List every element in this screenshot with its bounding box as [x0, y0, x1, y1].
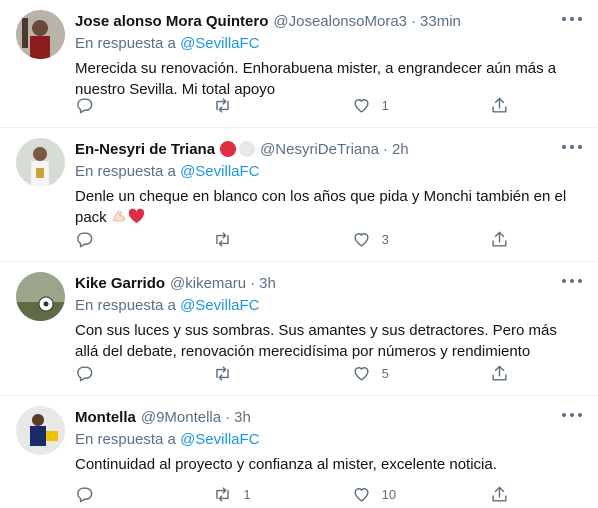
- like-count: 10: [381, 487, 397, 502]
- share-button[interactable]: [490, 96, 510, 115]
- tweet-text: Con sus luces y sus sombras. Sus amantes…: [75, 322, 557, 360]
- heart-icon: [354, 367, 369, 381]
- reply-prefix: En respuesta a: [75, 431, 176, 448]
- action-bar: 5: [75, 364, 510, 383]
- retweet-icon: [216, 487, 230, 502]
- author-handle[interactable]: @9Montella: [141, 409, 221, 426]
- tweet-text-container: Denle un cheque en blanco con los años q…: [75, 186, 580, 230]
- retweet-button[interactable]: [213, 364, 273, 383]
- tweet-text: Merecida su renovación. Enhorabuena mist…: [75, 60, 557, 98]
- heart-icon: [354, 488, 369, 502]
- reply-button[interactable]: [75, 96, 135, 115]
- reply-prefix: En respuesta a: [75, 163, 176, 180]
- more-icon[interactable]: [562, 140, 582, 154]
- share-button[interactable]: [490, 364, 510, 383]
- tweet[interactable]: Kike Garrido @kikemaru · 3h En respuesta…: [0, 262, 598, 396]
- author-name[interactable]: En-Nesyri de Triana: [75, 141, 215, 158]
- tweet-text: Denle un cheque en blanco con los años q…: [75, 188, 567, 226]
- tweet-header: Kike Garrido @kikemaru · 3h: [75, 272, 586, 294]
- timestamp[interactable]: 3h: [234, 409, 251, 426]
- like-button[interactable]: 3: [352, 230, 412, 249]
- reply-context: En respuesta a @SevillaFC: [75, 35, 586, 55]
- like-button[interactable]: 5: [352, 364, 412, 383]
- avatar[interactable]: [16, 272, 65, 321]
- more-icon[interactable]: [562, 12, 582, 26]
- author-handle[interactable]: @JosealonsoMora3: [273, 13, 407, 30]
- like-count: 3: [381, 232, 389, 247]
- retweet-icon: [216, 98, 230, 113]
- separator: ·: [250, 274, 256, 292]
- reply-button[interactable]: [75, 364, 135, 383]
- retweet-count: 1: [243, 487, 251, 502]
- flexed-biceps-icon: [111, 208, 127, 230]
- tweet-header: Montella @9Montella · 3h: [75, 406, 586, 428]
- like-button[interactable]: 1: [352, 96, 412, 115]
- heart-icon: [354, 233, 369, 247]
- separator: ·: [382, 140, 388, 158]
- share-icon: [492, 97, 507, 113]
- reply-icon: [77, 98, 93, 114]
- author-name[interactable]: Jose alonso Mora Quintero: [75, 13, 268, 30]
- author-name[interactable]: Montella: [75, 409, 136, 426]
- heart-icon: [354, 99, 369, 113]
- retweet-button[interactable]: [213, 230, 273, 249]
- timestamp[interactable]: 33min: [420, 13, 461, 30]
- flag-emojis: [220, 141, 256, 157]
- share-icon: [492, 231, 507, 247]
- reply-button[interactable]: [75, 230, 135, 249]
- share-icon: [492, 486, 507, 502]
- action-bar: 1 10: [75, 485, 510, 504]
- retweet-button[interactable]: [213, 96, 273, 115]
- more-icon[interactable]: [562, 408, 582, 422]
- share-button[interactable]: [490, 485, 510, 504]
- like-button[interactable]: 10: [352, 485, 412, 504]
- avatar[interactable]: [16, 138, 65, 187]
- like-count: 5: [381, 366, 389, 381]
- red-heart-icon: [128, 208, 145, 230]
- retweet-icon: [216, 366, 230, 381]
- avatar[interactable]: [16, 406, 65, 455]
- reply-icon: [77, 232, 93, 248]
- tweet-header: Jose alonso Mora Quintero @JosealonsoMor…: [75, 10, 586, 32]
- reply-handle-link[interactable]: @SevillaFC: [180, 163, 259, 180]
- action-bar: 3: [75, 230, 510, 249]
- separator: ·: [411, 12, 417, 30]
- action-bar: 1: [75, 96, 510, 115]
- share-icon: [492, 365, 507, 381]
- timestamp[interactable]: 2h: [392, 141, 409, 158]
- author-handle[interactable]: @kikemaru: [170, 275, 246, 292]
- reply-context: En respuesta a @SevillaFC: [75, 163, 586, 183]
- separator: ·: [225, 408, 231, 426]
- red-circle-icon: [220, 141, 237, 157]
- author-name[interactable]: Kike Garrido: [75, 275, 165, 292]
- reply-button[interactable]: [75, 485, 135, 504]
- white-circle-icon: [239, 141, 256, 157]
- timestamp[interactable]: 3h: [259, 275, 276, 292]
- tweet[interactable]: Montella @9Montella · 3h En respuesta a …: [0, 396, 598, 508]
- reply-prefix: En respuesta a: [75, 297, 176, 314]
- share-button[interactable]: [490, 230, 510, 249]
- tweet-header: En-Nesyri de Triana @NesyriDeTriana · 2h: [75, 138, 586, 160]
- reply-prefix: En respuesta a: [75, 35, 176, 52]
- reply-context: En respuesta a @SevillaFC: [75, 431, 586, 451]
- reply-handle-link[interactable]: @SevillaFC: [180, 35, 259, 52]
- more-icon[interactable]: [562, 274, 582, 288]
- reply-handle-link[interactable]: @SevillaFC: [180, 431, 259, 448]
- tweet[interactable]: En-Nesyri de Triana @NesyriDeTriana · 2h…: [0, 128, 598, 262]
- like-count: 1: [381, 98, 389, 113]
- reply-context: En respuesta a @SevillaFC: [75, 297, 586, 317]
- retweet-icon: [216, 232, 230, 247]
- tweet-text: Continuidad al proyecto y confianza al m…: [75, 456, 497, 473]
- avatar[interactable]: [16, 10, 65, 59]
- author-handle[interactable]: @NesyriDeTriana: [260, 141, 379, 158]
- retweet-button[interactable]: 1: [213, 485, 273, 504]
- reply-icon: [77, 487, 93, 503]
- tweet[interactable]: Jose alonso Mora Quintero @JosealonsoMor…: [0, 0, 598, 128]
- reply-handle-link[interactable]: @SevillaFC: [180, 297, 259, 314]
- reply-icon: [77, 366, 93, 382]
